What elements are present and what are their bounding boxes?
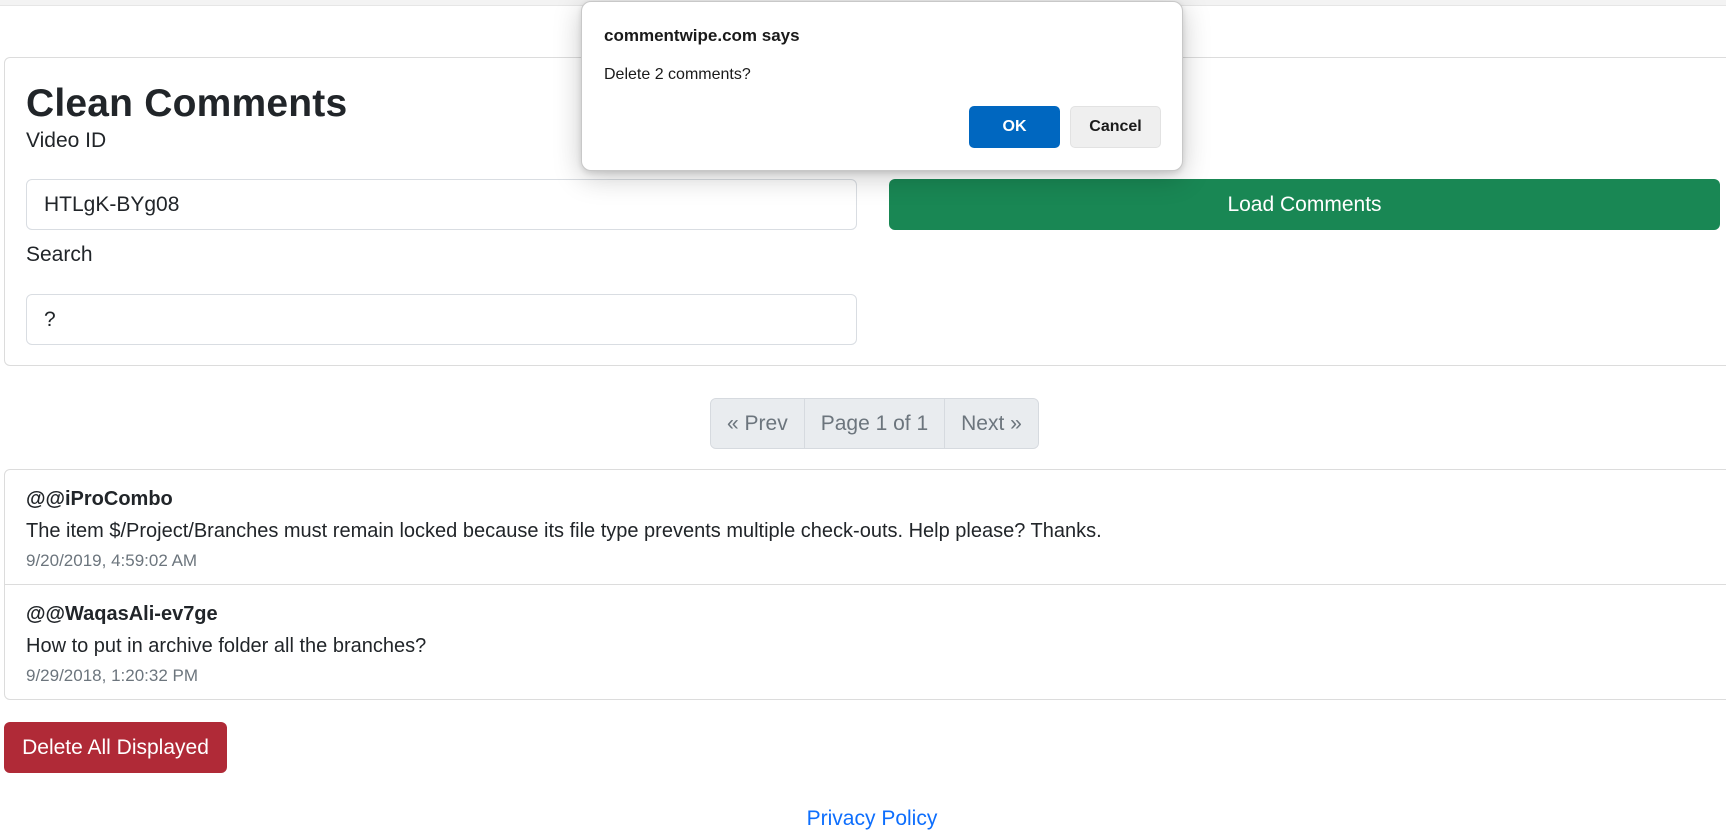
dialog-cancel-button[interactable]: Cancel xyxy=(1070,106,1161,148)
comment-item: @@iProCombo The item $/Project/Branches … xyxy=(5,470,1726,585)
pagination: « Prev Page 1 of 1 Next » xyxy=(710,398,1039,449)
comment-date: 9/29/2018, 1:20:32 PM xyxy=(26,666,199,685)
dialog-message: Delete 2 comments? xyxy=(604,66,751,83)
comment-text: The item $/Project/Branches must remain … xyxy=(26,520,1102,542)
comment-author: @@WaqasAli-ev7ge xyxy=(26,603,218,625)
confirm-dialog: commentwipe.com says Delete 2 comments? … xyxy=(581,1,1183,171)
search-input[interactable] xyxy=(26,294,857,345)
next-page-button[interactable]: Next » xyxy=(945,399,1038,448)
prev-page-button[interactable]: « Prev xyxy=(711,399,805,448)
video-id-input[interactable] xyxy=(26,179,857,230)
comment-text: How to put in archive folder all the bra… xyxy=(26,635,427,657)
dialog-title: commentwipe.com says xyxy=(604,26,800,45)
comment-list: @@iProCombo The item $/Project/Branches … xyxy=(4,469,1726,700)
page-title: Clean Comments xyxy=(26,82,348,125)
video-id-label: Video ID xyxy=(26,129,107,152)
dialog-ok-button[interactable]: OK xyxy=(969,106,1060,148)
delete-all-displayed-button[interactable]: Delete All Displayed xyxy=(4,722,227,773)
comment-item: @@WaqasAli-ev7ge How to put in archive f… xyxy=(5,585,1726,699)
search-label: Search xyxy=(26,243,93,266)
privacy-policy-link[interactable]: Privacy Policy xyxy=(0,807,1726,831)
comment-author: @@iProCombo xyxy=(26,488,173,510)
comment-date: 9/20/2019, 4:59:02 AM xyxy=(26,551,198,570)
page-indicator: Page 1 of 1 xyxy=(804,399,946,448)
load-comments-button[interactable]: Load Comments xyxy=(889,179,1720,230)
